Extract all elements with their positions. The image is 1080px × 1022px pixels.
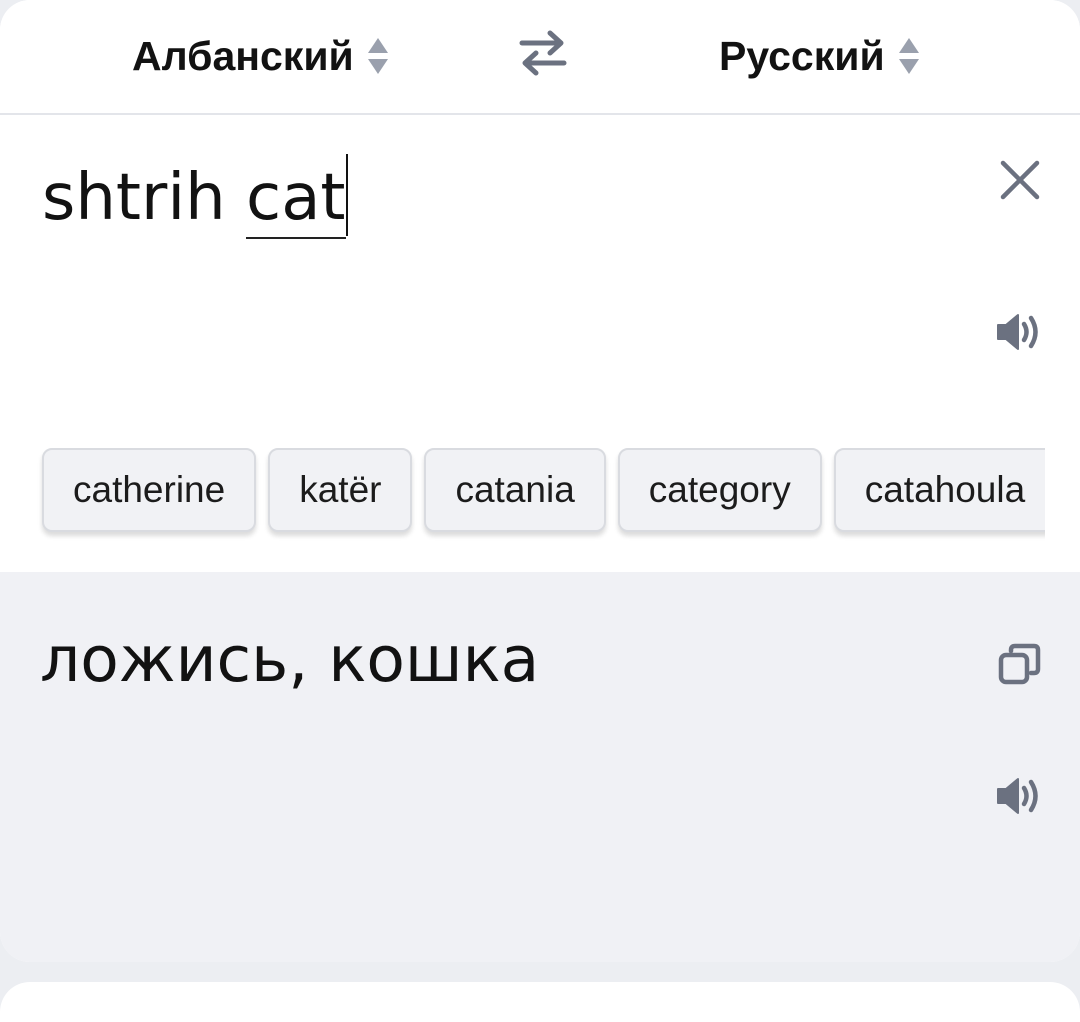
- source-text-input[interactable]: shtrih cat: [42, 154, 348, 239]
- copy-icon[interactable]: [998, 642, 1042, 686]
- speaker-icon[interactable]: [994, 774, 1044, 818]
- suggestion-chip[interactable]: catania: [424, 448, 606, 532]
- suggestion-chip[interactable]: category: [617, 448, 822, 532]
- source-language-selector[interactable]: Албанский: [132, 28, 390, 84]
- next-card-edge: [0, 982, 1080, 1022]
- suggestion-chip[interactable]: katër: [268, 448, 413, 532]
- language-bar: Албанский Русский: [0, 0, 1080, 115]
- source-text-prefix: shtrih: [42, 161, 246, 235]
- suggestion-chip[interactable]: catahoula: [833, 448, 1045, 532]
- translation-text: ложись, кошка: [40, 623, 540, 696]
- translator-card: Албанский Русский shtrih cat catherine k…: [0, 0, 1080, 962]
- text-caret: [345, 154, 348, 236]
- swap-languages-icon[interactable]: [518, 30, 568, 76]
- suggestion-strip[interactable]: catherine katër catania category catahou…: [36, 448, 1045, 568]
- suggestion-chip-row: catherine katër catania category catahou…: [36, 448, 1045, 532]
- translation-panel: ложись, кошка: [0, 572, 1080, 962]
- sort-arrows-icon: [367, 38, 388, 74]
- target-language-label: Русский: [719, 32, 885, 79]
- close-icon[interactable]: [998, 158, 1042, 202]
- composing-word: cat: [246, 161, 346, 239]
- target-language-selector[interactable]: Русский: [719, 28, 921, 84]
- suggestion-chip[interactable]: catherine: [42, 448, 257, 532]
- speaker-icon[interactable]: [994, 310, 1044, 354]
- sort-arrows-icon: [898, 38, 919, 74]
- source-language-label: Албанский: [132, 32, 354, 79]
